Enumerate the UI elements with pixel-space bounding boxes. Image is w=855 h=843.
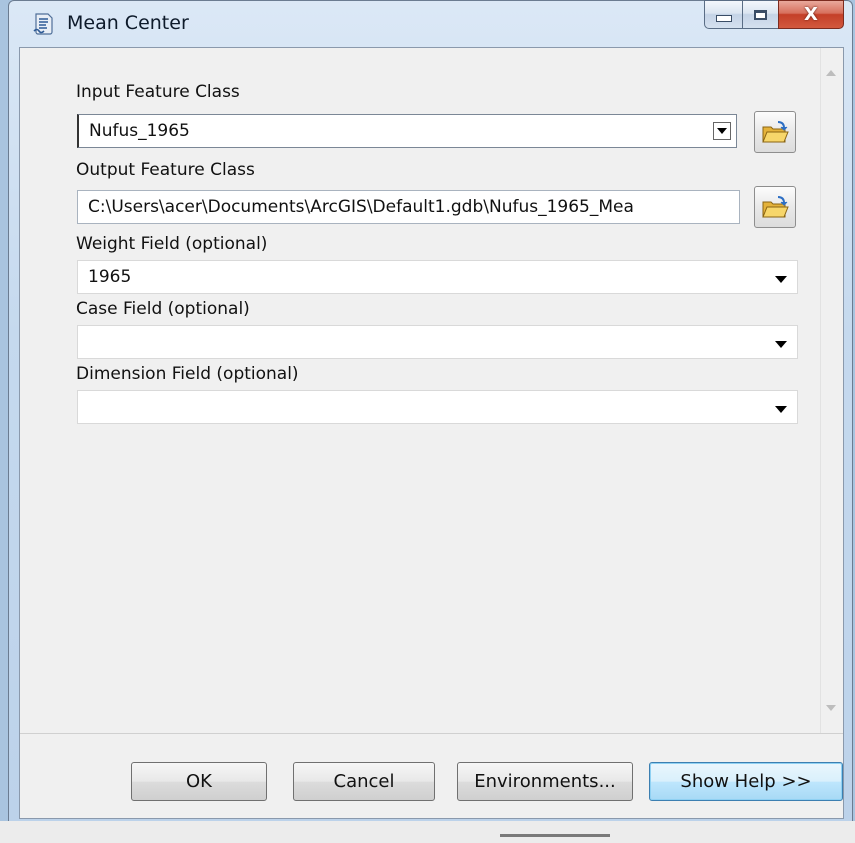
input-feature-class-combo[interactable]: Nufus_1965 — [77, 114, 737, 148]
maximize-icon — [754, 9, 767, 20]
scroll-up-icon[interactable] — [826, 70, 836, 76]
caption-buttons: X — [704, 0, 844, 30]
divider — [500, 834, 610, 837]
window-title: Mean Center — [67, 12, 189, 34]
folder-open-icon — [762, 196, 789, 218]
weight-field-dropdown[interactable]: 1965 — [77, 260, 798, 294]
output-feature-class-label: Output Feature Class — [76, 160, 255, 180]
dimension-field-label: Dimension Field (optional) — [76, 364, 299, 384]
folder-open-icon — [762, 121, 789, 143]
title-bar[interactable]: Mean Center X — [9, 0, 852, 47]
mean-center-window: Mean Center X Input Feature Class Nufus_… — [8, 0, 853, 830]
combo-dropdown-button[interactable] — [713, 122, 731, 140]
close-button[interactable]: X — [778, 0, 844, 29]
scroll-down-icon[interactable] — [826, 705, 836, 711]
weight-field-value: 1965 — [88, 267, 132, 287]
chevron-down-icon — [775, 406, 787, 413]
cancel-button[interactable]: Cancel — [293, 762, 435, 801]
ok-button[interactable]: OK — [131, 762, 267, 801]
minimize-button[interactable] — [704, 0, 742, 29]
parameters-panel: Input Feature Class Nufus_1965 Output Fe… — [20, 48, 843, 733]
show-help-button[interactable]: Show Help >> — [649, 762, 843, 801]
output-feature-class-value: C:\Users\acer\Documents\ArcGIS\Default1.… — [88, 197, 634, 217]
chevron-down-icon — [717, 128, 727, 134]
dimension-field-dropdown[interactable] — [77, 390, 798, 424]
maximize-button[interactable] — [742, 0, 778, 29]
background-strip — [0, 821, 855, 843]
output-feature-class-input[interactable]: C:\Users\acer\Documents\ArcGIS\Default1.… — [77, 190, 740, 224]
input-feature-class-label: Input Feature Class — [76, 82, 240, 102]
chevron-down-icon — [775, 276, 787, 283]
close-icon: X — [804, 4, 818, 25]
input-browse-button[interactable] — [754, 111, 796, 153]
weight-field-label: Weight Field (optional) — [76, 234, 268, 254]
input-feature-class-value: Nufus_1965 — [89, 121, 190, 141]
output-browse-button[interactable] — [754, 186, 796, 228]
dialog-client-area: Input Feature Class Nufus_1965 Output Fe… — [19, 47, 844, 819]
vertical-scrollbar[interactable] — [820, 48, 843, 733]
environments-button[interactable]: Environments... — [457, 762, 633, 801]
button-bar: OK Cancel Environments... Show Help >> — [20, 733, 843, 818]
script-tool-icon — [33, 13, 53, 35]
case-field-label: Case Field (optional) — [76, 299, 250, 319]
case-field-dropdown[interactable] — [77, 325, 798, 359]
minimize-icon — [715, 15, 732, 22]
chevron-down-icon — [775, 341, 787, 348]
